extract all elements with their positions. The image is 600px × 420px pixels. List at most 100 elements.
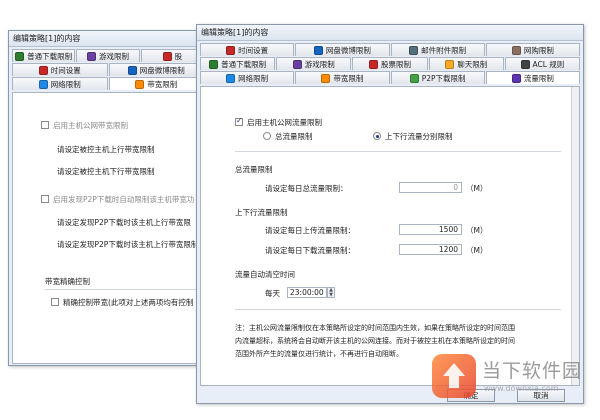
clear-time-spinner[interactable]: ▲ ▼	[327, 287, 335, 298]
total-traffic-radio[interactable]	[263, 132, 271, 140]
traffic-note-line2: 内流量超标，系统将会自动断开该主机的公网连接。而对于被控主机在本策略所设定的时间	[235, 337, 515, 345]
tab-label: 游戏限制	[98, 51, 129, 61]
tab-cloud[interactable]: 网盘微博限制	[108, 63, 204, 76]
stock-icon	[369, 59, 378, 69]
back-policy-window: 编辑策略[1]的内容 普通下载限制 游戏限制股 时间设置 网盘微博限制 网络限制 带宽…	[8, 30, 208, 366]
front-window-title: 编辑策略[1]的内容	[197, 25, 583, 41]
tab-globe[interactable]: 网络限制	[200, 71, 295, 84]
tab-acl[interactable]: ACL 规则	[504, 57, 581, 70]
updown-traffic-radio-label: 上下行流量分别限制	[385, 132, 453, 141]
enable-bandwidth-checkbox[interactable]	[41, 121, 49, 129]
traffic-icon	[511, 73, 521, 83]
tab-game[interactable]: 游戏限制	[276, 57, 352, 70]
tab-mail[interactable]: 邮件附件限制	[390, 43, 485, 56]
tab-clock[interactable]: 时间设置	[200, 43, 295, 56]
tab-p2p[interactable]: P2P下载限制	[390, 71, 485, 84]
tab-label: 网络限制	[50, 79, 81, 89]
downxia-logo-icon	[432, 354, 476, 398]
tab-label: 聊天限制	[457, 59, 488, 69]
tab-label: 邮件附件限制	[421, 45, 467, 55]
tab-label: 网盘微博限制	[325, 45, 371, 55]
enable-traffic-checkbox[interactable]	[235, 116, 243, 126]
tab-label: ACL 规则	[532, 59, 565, 69]
precise-control-label: 精确控制带宽(此项对上述两项均有控制	[63, 298, 194, 307]
back-tab-strip: 普通下载限制 游戏限制 股 时间设置 网盘微博限制 网络限制 带宽限制	[9, 47, 207, 90]
tab-download[interactable]: 普通下载限制	[200, 57, 276, 70]
cart-icon	[511, 45, 521, 55]
p2p-auto-limit-checkbox[interactable]	[41, 195, 49, 203]
tab-chat[interactable]: 聊天限制	[428, 57, 504, 70]
back-row3-tab-row: 网络限制 带宽限制	[12, 77, 204, 90]
tab-label: 普通下载限制	[27, 51, 73, 61]
cloud-icon	[313, 45, 323, 55]
tab-bandwidth[interactable]: 带宽限制	[108, 77, 204, 90]
tab-cart[interactable]: 网购限制	[485, 43, 580, 56]
tab-globe[interactable]: 网络限制	[12, 77, 108, 90]
game-icon	[86, 51, 96, 61]
daily-upload-label: 请设定每日上传流量限制：	[265, 226, 355, 235]
every-day-label: 每天	[265, 289, 280, 298]
tab-stock[interactable]: 股票限制	[352, 57, 428, 70]
p2p-upload-label: 请设定发现P2P下载时该主机上行带宽限	[57, 218, 191, 227]
tab-bandwidth[interactable]: 带宽限制	[295, 71, 390, 84]
tab-label: 带宽限制	[333, 73, 364, 83]
total-traffic-radio-label: 总流量限制	[275, 132, 313, 141]
tab-traffic[interactable]: 流量限制	[485, 71, 580, 84]
download-icon	[209, 59, 219, 69]
tab-download[interactable]: 普通下载限制	[12, 49, 76, 62]
p2p-download-label: 请设定发现P2P下载时该主机上行带宽限制	[57, 240, 199, 249]
back-bandwidth-panel: 启用主机公网带宽限制 请设定被控主机上行带宽限制 请设定被控主机下行带宽限制 启…	[12, 92, 207, 364]
tab-label: 普通下载限制	[221, 59, 267, 69]
tab-stock[interactable]: 股	[140, 49, 204, 62]
bandwidth-icon	[135, 79, 145, 89]
clock-icon	[38, 65, 48, 75]
note-separator	[235, 309, 561, 310]
p2p-auto-limit-label: 启用发现P2P下载时自动限制该主机带宽功	[53, 195, 195, 204]
tab-label: 游戏限制	[304, 59, 335, 69]
front-row1-tab-row: 时间设置 网盘微博限制 邮件附件限制 网购限制	[200, 43, 580, 56]
daily-download-input[interactable]: 1200	[399, 244, 462, 255]
cloud-icon	[127, 65, 137, 75]
precise-section-separator	[45, 289, 207, 290]
traffic-note-line3: 范围外所产生的流量仅进行统计，不再进行自动阻断。	[235, 350, 403, 358]
p2p-icon	[409, 73, 419, 83]
download-bandwidth-label: 请设定被控主机下行带宽限制	[57, 167, 155, 176]
tab-label: 网络限制	[238, 73, 269, 83]
enable-bandwidth-label: 启用主机公网带宽限制	[53, 121, 128, 130]
daily-download-label: 请设定每日下载流量限制：	[265, 246, 355, 255]
back-row2-tab-row: 时间设置 网盘微博限制	[12, 63, 204, 76]
site-watermark: 当下软件园 www.downxia.com	[428, 350, 600, 418]
acl-icon	[520, 59, 530, 69]
tab-label: 时间设置	[238, 45, 269, 55]
tab-game[interactable]: 游戏限制	[76, 49, 140, 62]
chat-icon	[445, 59, 455, 69]
tab-clock[interactable]: 时间设置	[12, 63, 108, 76]
watermark-site-name: 当下软件园	[482, 360, 583, 382]
tab-cloud[interactable]: 网盘微博限制	[295, 43, 390, 56]
mail-icon	[409, 45, 419, 55]
daily-total-label: 请设定每日总流量限制：	[265, 184, 348, 193]
daily-upload-input[interactable]: 1500	[399, 224, 462, 235]
tab-label: 带宽限制	[147, 79, 178, 89]
daily-total-input[interactable]: 0	[399, 182, 462, 193]
precise-control-checkbox[interactable]	[51, 298, 59, 306]
tab-label: 股	[174, 51, 183, 61]
front-policy-window: 编辑策略[1]的内容 时间设置 网盘微博限制 邮件附件限制 网购限制 普通下载限制 游戏…	[196, 24, 584, 404]
precise-section-title: 带宽精确控制	[45, 277, 90, 286]
tab-label: 股票限制	[381, 59, 411, 69]
back-window-title: 编辑策略[1]的内容	[9, 31, 207, 47]
watermark-site-url: www.downxia.com	[484, 384, 559, 393]
traffic-limit-panel: 启用主机公网流量限制 总流量限制 上下行流量分别限制 总流量限制 请设定每日总流…	[200, 86, 580, 386]
updown-traffic-radio[interactable]	[373, 132, 381, 140]
front-row2-tab-row: 普通下载限制 游戏限制 股票限制 聊天限制 ACL 规则	[200, 57, 581, 70]
enable-traffic-label: 启用主机公网流量限制	[247, 118, 322, 127]
download-icon	[15, 51, 25, 61]
panel-scrollbar[interactable]	[571, 87, 579, 385]
front-row3-tab-row: 网络限制 带宽限制 P2P下载限制 流量限制	[200, 71, 580, 84]
traffic-note-line1: 注：主机公网流量限制仅在本策略所设定的时间范围内生效，如果在策略所设定的时间范围	[235, 324, 515, 332]
front-tab-strip: 时间设置 网盘微博限制 邮件附件限制 网购限制 普通下载限制 游戏限制 股票限制 聊天限制 A…	[197, 41, 583, 84]
back-row1-tab-row: 普通下载限制 游戏限制 股	[12, 49, 204, 62]
game-icon	[292, 59, 302, 69]
auto-clear-section-title: 流量自动清空时间	[235, 270, 295, 279]
clear-time-input[interactable]: 23:00:00	[287, 287, 327, 298]
